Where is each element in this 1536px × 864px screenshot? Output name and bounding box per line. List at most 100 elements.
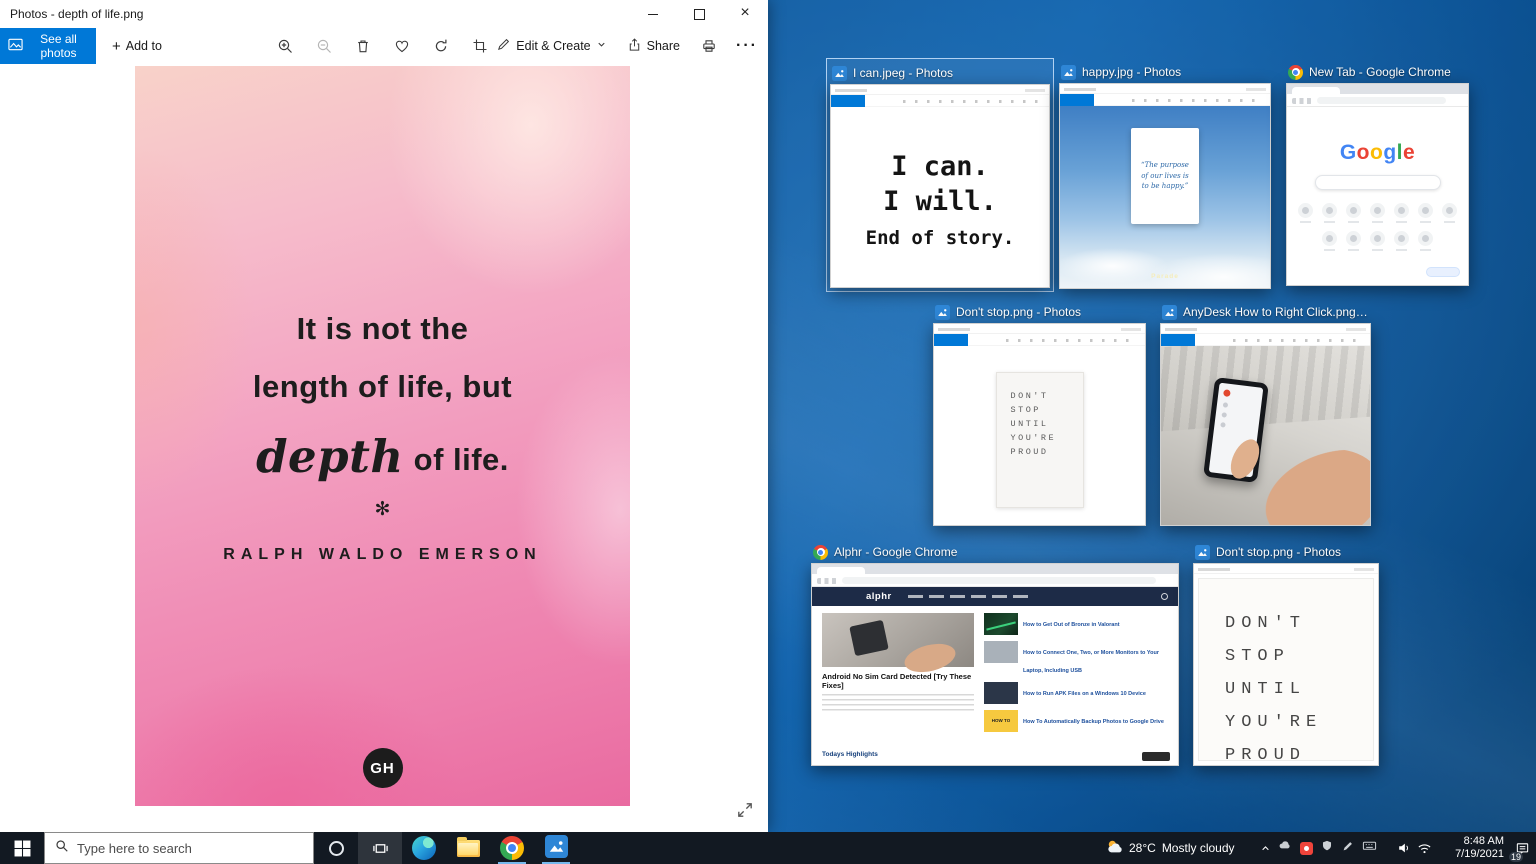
alphr-logo: alphr bbox=[866, 591, 892, 602]
clock[interactable]: 8:48 AM 7/19/2021 bbox=[1438, 832, 1504, 864]
maximize-button[interactable] bbox=[676, 0, 722, 28]
pen-icon[interactable] bbox=[1341, 839, 1355, 858]
snap-thumbnail-ican[interactable]: I can.jpeg - Photos I can. I will. End o… bbox=[826, 58, 1054, 292]
snap-thumbnail-title: Don't stop.png - Photos bbox=[1216, 545, 1342, 559]
snap-thumbnail-label: Alphr - Google Chrome bbox=[811, 541, 1179, 563]
window-preview: alphr Android No Sim Card Detected [Try … bbox=[811, 563, 1179, 766]
task-view-button[interactable] bbox=[358, 832, 402, 864]
photos-window: Photos - depth of life.png See all photo… bbox=[0, 0, 768, 832]
weather-widget[interactable]: 28°C Mostly cloudy bbox=[1106, 832, 1235, 864]
snap-thumbnail-dontstop[interactable]: Don't stop.png - Photos DON'T STOP UNTIL YO… bbox=[930, 298, 1149, 529]
onedrive-cloud-icon[interactable] bbox=[1278, 838, 1293, 858]
shortcut-row bbox=[1322, 231, 1433, 251]
photos-app-icon bbox=[935, 304, 950, 320]
snap-thumbnail-title: I can.jpeg - Photos bbox=[853, 66, 954, 80]
preview-new-tab: Google bbox=[1287, 107, 1468, 285]
cortana-button[interactable] bbox=[314, 832, 358, 864]
mini-titlebar bbox=[934, 324, 1145, 334]
snap-thumbnail-chrome-newtab[interactable]: New Tab - Google Chrome Google bbox=[1283, 58, 1472, 289]
photos-icon bbox=[544, 835, 568, 861]
delete-button[interactable] bbox=[350, 31, 376, 61]
search-placeholder: Type here to search bbox=[77, 840, 192, 856]
titlebar[interactable]: Photos - depth of life.png bbox=[0, 0, 768, 28]
article-headline: Android No Sim Card Detected [Try These … bbox=[822, 672, 972, 690]
favorite-heart-button[interactable] bbox=[389, 31, 415, 61]
anydesk-icon[interactable] bbox=[1300, 841, 1313, 855]
article-thumb: HOW TO bbox=[984, 709, 1018, 732]
taskbar-chrome-icon[interactable] bbox=[490, 832, 534, 864]
snap-thumbnail-label: New Tab - Google Chrome bbox=[1286, 61, 1469, 83]
snap-thumbnail-alphr[interactable]: Alphr - Google Chrome alphr Android No S… bbox=[808, 538, 1182, 769]
shortcut-row bbox=[1298, 203, 1457, 223]
folder-icon bbox=[456, 836, 480, 857]
chevron-down-icon bbox=[596, 39, 607, 53]
action-center-button[interactable]: 19 bbox=[1508, 832, 1536, 864]
rotate-button[interactable] bbox=[428, 31, 454, 61]
article-row: How to Connect One, Two, or More Monitor… bbox=[984, 640, 1168, 677]
site-nav bbox=[907, 595, 1028, 598]
zoom-in-button[interactable] bbox=[272, 31, 298, 61]
weather-desc: Mostly cloudy bbox=[1161, 841, 1235, 855]
weather-icon bbox=[1106, 838, 1123, 858]
plus-icon bbox=[112, 38, 121, 55]
preview-image-anydesk bbox=[1161, 346, 1370, 525]
site-search-icon bbox=[1161, 593, 1168, 600]
snap-thumbnail-title: Don't stop.png - Photos bbox=[956, 305, 1082, 319]
print-button[interactable] bbox=[696, 31, 722, 61]
snap-thumbnail-dontstop-2[interactable]: Don't stop.png - Photos DON'T STOP UNTIL YO… bbox=[1190, 538, 1382, 769]
mini-titlebar bbox=[831, 85, 1049, 95]
window-preview bbox=[1160, 323, 1371, 526]
show-hidden-icons-button[interactable] bbox=[1254, 832, 1276, 864]
network-wifi-icon[interactable] bbox=[1414, 832, 1434, 864]
taskbar-photos-icon[interactable] bbox=[534, 832, 578, 864]
minimize-button[interactable] bbox=[630, 0, 676, 28]
mini-address-bar bbox=[812, 574, 1178, 587]
expand-icon[interactable] bbox=[734, 800, 756, 822]
system-tray bbox=[1278, 832, 1377, 864]
taskbar-file-explorer-icon[interactable] bbox=[446, 832, 490, 864]
crop-button[interactable] bbox=[467, 31, 493, 61]
mini-titlebar bbox=[1194, 564, 1378, 574]
site-body: Android No Sim Card Detected [Try These … bbox=[812, 606, 1178, 765]
photo-grid-icon bbox=[8, 37, 23, 55]
notification-count-badge: 19 bbox=[1509, 852, 1524, 862]
snap-thumbnail-happy[interactable]: happy.jpg - Photos “The purpose of our l… bbox=[1056, 58, 1274, 292]
snap-thumbnail-label: I can.jpeg - Photos bbox=[830, 62, 1050, 84]
close-button[interactable] bbox=[722, 0, 768, 28]
see-all-photos-button[interactable]: See all photos bbox=[0, 28, 96, 64]
mini-photos-toolbar bbox=[1060, 94, 1270, 106]
touch-keyboard-icon[interactable] bbox=[1362, 838, 1377, 858]
article-thumb bbox=[984, 640, 1018, 663]
time-text: 8:48 AM bbox=[1463, 835, 1504, 847]
share-button[interactable]: Share bbox=[623, 37, 684, 55]
start-button[interactable] bbox=[0, 832, 44, 864]
page-footer-widget bbox=[1142, 752, 1170, 761]
preview-alphr-site: alphr Android No Sim Card Detected [Try … bbox=[812, 587, 1178, 765]
customize-chrome-button bbox=[1426, 267, 1460, 277]
preview-image-happy: “The purpose of our lives is to be happy… bbox=[1060, 106, 1270, 288]
zoom-out-button[interactable] bbox=[311, 31, 337, 61]
security-shield-icon[interactable] bbox=[1320, 839, 1334, 858]
mini-photos-toolbar bbox=[934, 334, 1145, 346]
quote-page: DON'T STOP UNTIL YOU'RE PROUD bbox=[1198, 578, 1374, 765]
search-icon bbox=[55, 839, 69, 858]
see-more-button[interactable] bbox=[734, 31, 760, 61]
window-preview: “The purpose of our lives is to be happy… bbox=[1059, 83, 1271, 289]
snap-thumbnail-title: happy.jpg - Photos bbox=[1082, 65, 1182, 79]
window-preview: DON'T STOP UNTIL YOU'RE PROUD bbox=[1193, 563, 1379, 766]
snap-thumbnail-anydesk[interactable]: AnyDesk How to Right Click.png - Pho... bbox=[1157, 298, 1374, 529]
add-to-button[interactable]: Add to bbox=[108, 38, 166, 55]
screen: I can.jpeg - Photos I can. I will. End o… bbox=[0, 0, 1536, 864]
taskbar-edge-icon[interactable] bbox=[402, 832, 446, 864]
weather-temp: 28°C bbox=[1129, 841, 1156, 855]
search-box[interactable]: Type here to search bbox=[44, 832, 314, 864]
mini-tab-strip bbox=[1287, 84, 1468, 94]
chrome-app-icon bbox=[1288, 64, 1303, 80]
snap-thumbnail-title: AnyDesk How to Right Click.png - Pho... bbox=[1183, 305, 1369, 319]
window-preview: I can. I will. End of story. bbox=[830, 84, 1050, 288]
edit-create-button[interactable]: Edit & Create bbox=[492, 37, 610, 55]
mini-address-bar bbox=[1287, 94, 1468, 107]
article-hero-image bbox=[822, 613, 974, 667]
volume-icon[interactable] bbox=[1394, 832, 1414, 864]
snap-thumbnail-label: AnyDesk How to Right Click.png - Pho... bbox=[1160, 301, 1371, 323]
